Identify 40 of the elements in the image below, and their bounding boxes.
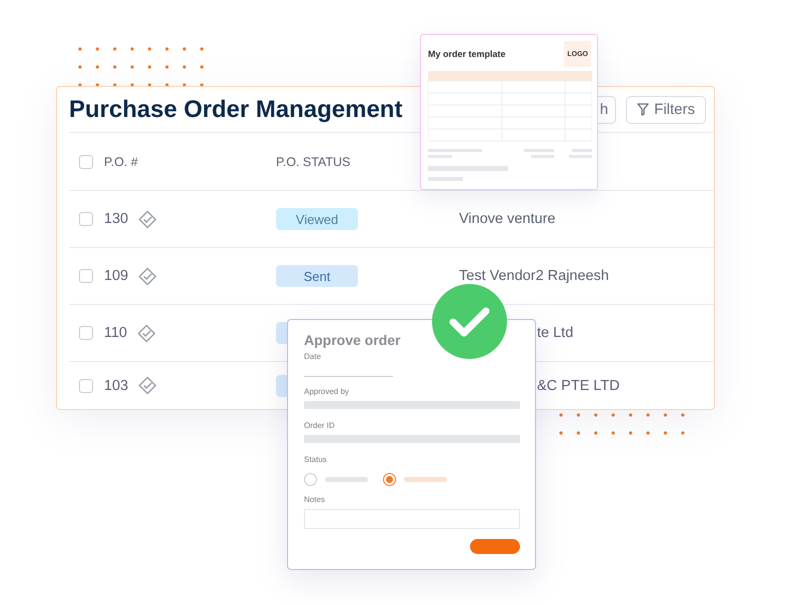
- status-badge: Viewed: [276, 208, 358, 230]
- approved-by-field[interactable]: [304, 401, 520, 409]
- field-label: Order ID: [304, 421, 336, 430]
- vendor-name: Test Vendor2 Rajneesh: [459, 268, 610, 284]
- column-header: P.O. #: [104, 154, 139, 168]
- verified-check-icon: [138, 266, 158, 286]
- field-label: Status: [304, 455, 328, 464]
- checkbox[interactable]: [79, 326, 93, 340]
- field-label: Notes: [304, 495, 326, 504]
- order-number: 110: [104, 325, 128, 341]
- checkbox[interactable]: [79, 154, 93, 168]
- option-label-placeholder: [404, 477, 447, 482]
- radio-button[interactable]: [304, 473, 317, 486]
- status-badge: Sent: [276, 265, 358, 287]
- filter-icon: [637, 103, 650, 116]
- filters-button[interactable]: Filters: [626, 96, 706, 124]
- vendor-name: &C PTE LTD: [536, 378, 621, 394]
- field-label: Date: [304, 352, 322, 361]
- order-number: 130: [104, 211, 128, 227]
- notes-field[interactable]: [304, 509, 520, 529]
- verified-check-icon: [137, 324, 156, 342]
- verified-check-icon: [138, 376, 158, 395]
- vendor-name: Vinove venture: [459, 211, 556, 227]
- field-label: Approved by: [304, 387, 350, 396]
- submit-button[interactable]: [470, 539, 520, 554]
- template-title: My order template: [428, 49, 506, 59]
- page-title: Purchase Order Management: [69, 96, 404, 124]
- order-number: 103: [104, 378, 128, 394]
- search-button[interactable]: h: [598, 96, 616, 124]
- checkbox[interactable]: [79, 378, 93, 392]
- verified-check-icon: [138, 210, 158, 228]
- order-number: 109: [104, 268, 128, 284]
- card-title: Approve order: [304, 332, 402, 348]
- order-id-field[interactable]: [304, 435, 520, 443]
- column-header: P.O. STATUS: [276, 154, 352, 168]
- vendor-name: te Ltd: [536, 325, 574, 341]
- checkbox[interactable]: [79, 269, 93, 283]
- option-label-placeholder: [325, 477, 368, 482]
- radio-button[interactable]: [383, 473, 396, 486]
- checkbox[interactable]: [79, 212, 93, 226]
